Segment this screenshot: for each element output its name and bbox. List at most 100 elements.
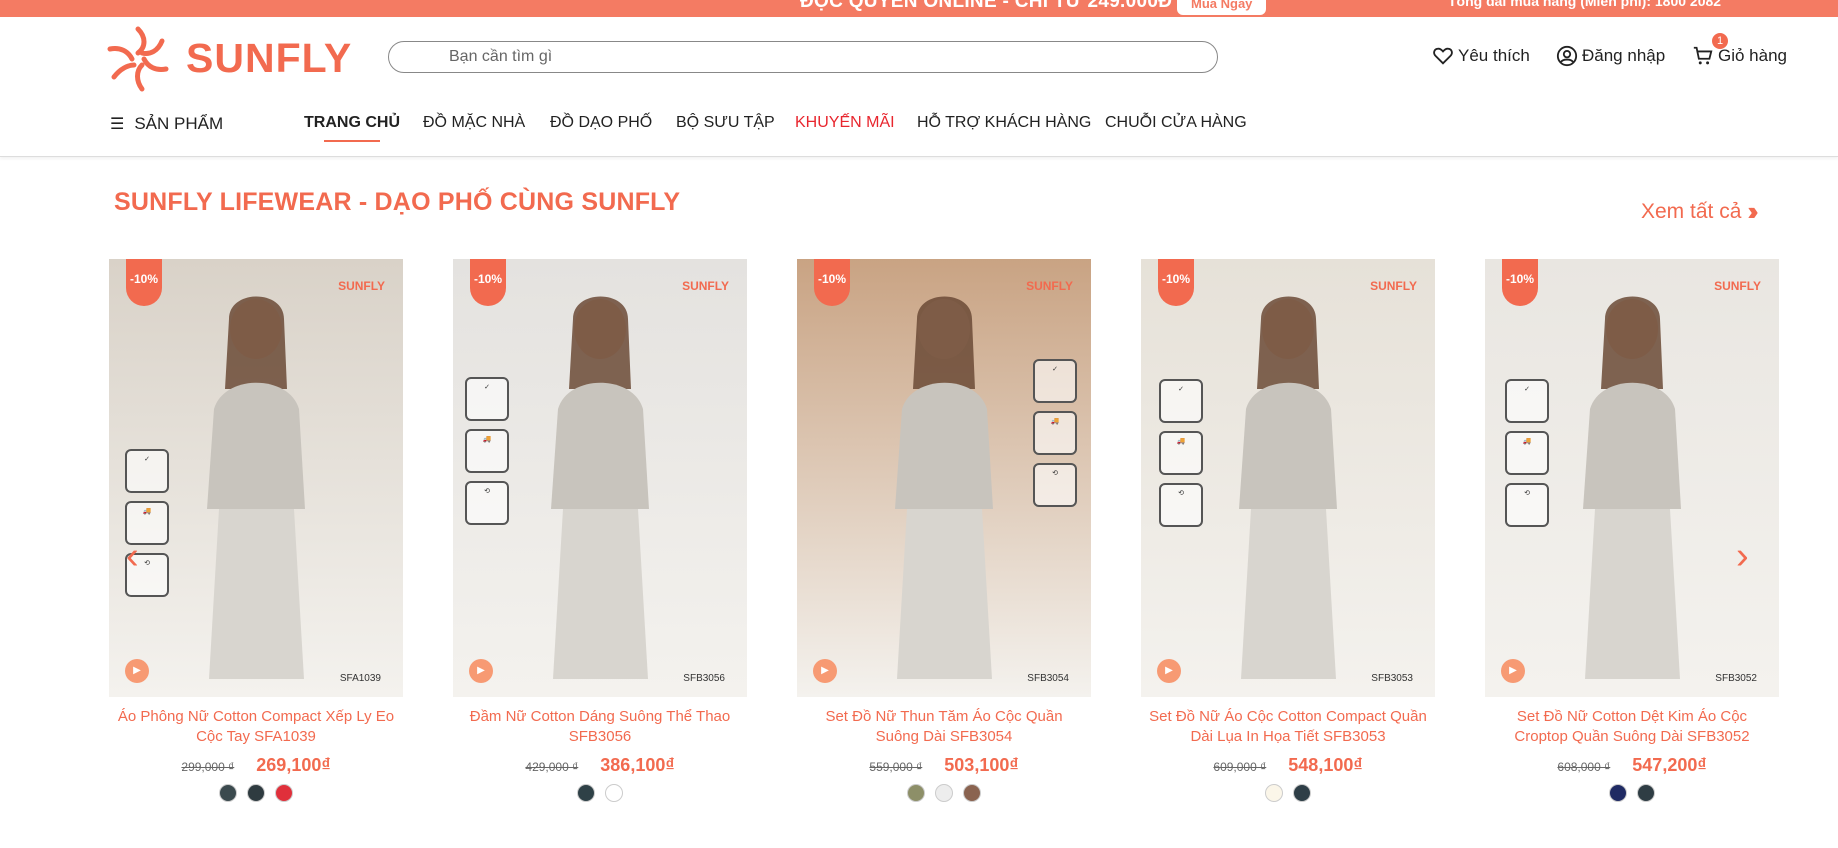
product-title[interactable]: Áo Phông Nữ Cotton Compact Xếp Ly Eo Cộc… — [109, 707, 403, 747]
exchange-badge-icon: ⟲ — [1033, 463, 1077, 507]
product-image[interactable]: -10% SUNFLY ✓ 🚚 ⟲ ▶ SFB3053 — [1141, 259, 1435, 697]
product-title[interactable]: Set Đồ Nữ Cotton Dệt Kim Áo Cộc Croptop … — [1485, 707, 1779, 747]
discount-badge: -10% — [1158, 259, 1194, 306]
product-card[interactable]: -10% SUNFLY ✓ 🚚 ⟲ ▶ SFB3054 Set Đồ Nữ Th… — [797, 259, 1091, 802]
color-swatch[interactable] — [1637, 784, 1655, 802]
search-box[interactable] — [388, 41, 1218, 73]
brand-watermark: SUNFLY — [1370, 279, 1417, 293]
sunfly-logo-icon — [107, 26, 169, 92]
search-input[interactable] — [389, 42, 1217, 72]
color-swatches — [1485, 784, 1779, 802]
sale-price: 503,100₫ — [944, 755, 1019, 775]
user-icon — [1556, 45, 1578, 67]
color-swatch[interactable] — [219, 784, 237, 802]
color-swatches — [453, 784, 747, 802]
color-swatch[interactable] — [1265, 784, 1283, 802]
product-card[interactable]: -10% SUNFLY ✓ 🚚 ⟲ ▶ SFB3053 Set Đồ Nữ Áo… — [1141, 259, 1435, 802]
product-title[interactable]: Set Đồ Nữ Thun Tăm Áo Cộc Quần Suông Dài… — [797, 707, 1091, 747]
price-row: 429,000 ₫ 386,100₫ — [453, 755, 747, 776]
original-price: 429,000 ₫ — [525, 760, 579, 774]
carousel-next-icon[interactable]: › — [1736, 535, 1749, 578]
genuine-badge-icon: ✓ — [1159, 379, 1203, 423]
product-image[interactable]: -10% SUNFLY ✓ 🚚 ⟲ ▶ SFA1039 — [109, 259, 403, 697]
color-swatches — [109, 784, 403, 802]
original-price: 559,000 ₫ — [869, 760, 923, 774]
color-swatch[interactable] — [247, 784, 265, 802]
wishlist-link[interactable]: Yêu thích — [1432, 45, 1530, 67]
genuine-badge-icon: ✓ — [1033, 359, 1077, 403]
color-swatch[interactable] — [275, 784, 293, 802]
double-chevron-right-icon: ›› — [1747, 196, 1759, 226]
discount-badge: -10% — [470, 259, 506, 306]
product-sku: SFB3054 — [1027, 673, 1069, 684]
product-card[interactable]: -10% SUNFLY ✓ 🚚 ⟲ ▶ SFB3056 Đầm Nữ Cotto… — [453, 259, 747, 802]
product-image[interactable]: -10% SUNFLY ✓ 🚚 ⟲ ▶ SFB3056 — [453, 259, 747, 697]
service-badges: ✓ 🚚 ⟲ — [1159, 379, 1205, 527]
sale-price: 386,100₫ — [600, 755, 675, 775]
color-swatch[interactable] — [963, 784, 981, 802]
cart-label: Giỏ hàng — [1718, 46, 1787, 65]
fast-delivery-badge-icon: 🚚 — [1159, 431, 1203, 475]
price-row: 299,000 ₫ 269,100₫ — [109, 755, 403, 776]
product-image[interactable]: -10% SUNFLY ✓ 🚚 ⟲ ▶ SFB3052 — [1485, 259, 1779, 697]
discount-badge: -10% — [1502, 259, 1538, 306]
product-image[interactable]: -10% SUNFLY ✓ 🚚 ⟲ ▶ SFB3054 — [797, 259, 1091, 697]
see-all-label: Xem tất cả — [1641, 199, 1742, 223]
product-card[interactable]: -10% SUNFLY ✓ 🚚 ⟲ ▶ SFB3052 Set Đồ Nữ Co… — [1485, 259, 1779, 802]
nav-item-homewear[interactable]: ĐỒ MẶC NHÀ — [423, 114, 525, 132]
exchange-badge-icon: ⟲ — [1159, 483, 1203, 527]
nav-item-collections[interactable]: BỘ SƯU TẬP — [676, 114, 775, 132]
play-video-icon[interactable]: ▶ — [1157, 659, 1181, 683]
products-menu-label: SẢN PHẨM — [134, 114, 224, 133]
nav-item-home[interactable]: TRANG CHỦ — [304, 114, 400, 142]
play-video-icon[interactable]: ▶ — [1501, 659, 1525, 683]
section-title: SUNFLY LIFEWEAR - DẠO PHỐ CÙNG SUNFLY — [114, 188, 681, 216]
product-title[interactable]: Set Đồ Nữ Áo Cộc Cotton Compact Quần Dài… — [1141, 707, 1435, 747]
discount-badge: -10% — [814, 259, 850, 306]
cart-count-badge: 1 — [1712, 33, 1728, 49]
promo-buy-button[interactable]: Mua Ngay — [1177, 0, 1267, 15]
product-sku: SFB3052 — [1715, 673, 1757, 684]
play-video-icon[interactable]: ▶ — [469, 659, 493, 683]
login-label: Đăng nhập — [1582, 46, 1666, 65]
heart-icon — [1433, 47, 1453, 65]
color-swatches — [1141, 784, 1435, 802]
product-title[interactable]: Đầm Nữ Cotton Dáng Suông Thể Thao SFB305… — [453, 707, 747, 747]
original-price: 608,000 ₫ — [1557, 760, 1611, 774]
cart-link[interactable]: 1 Giỏ hàng — [1692, 33, 1787, 67]
nav-item-support[interactable]: HỖ TRỢ KHÁCH HÀNG — [917, 114, 1091, 132]
price-row: 559,000 ₫ 503,100₫ — [797, 755, 1091, 776]
promo-text: ĐỘC QUYỀN ONLINE - CHỈ TỪ 249.000Đ — [800, 0, 1173, 12]
brand-watermark: SUNFLY — [1026, 279, 1073, 293]
play-video-icon[interactable]: ▶ — [813, 659, 837, 683]
product-sku: SFB3053 — [1371, 673, 1413, 684]
logo[interactable]: SUNFLY — [102, 23, 352, 93]
product-card[interactable]: -10% SUNFLY ✓ 🚚 ⟲ ▶ SFA1039 Áo Phông Nữ … — [109, 259, 403, 802]
play-video-icon[interactable]: ▶ — [125, 659, 149, 683]
products-menu[interactable]: ☰ SẢN PHẨM — [110, 114, 223, 134]
color-swatches — [797, 784, 1091, 802]
color-swatch[interactable] — [605, 784, 623, 802]
genuine-badge-icon: ✓ — [125, 449, 169, 493]
nav-item-streetwear[interactable]: ĐỒ DẠO PHỐ — [550, 114, 652, 132]
menu-icon: ☰ — [110, 116, 125, 133]
service-badges: ✓ 🚚 ⟲ — [1033, 359, 1079, 507]
login-link[interactable]: Đăng nhập — [1556, 45, 1665, 67]
nav-item-stores[interactable]: CHUỖI CỬA HÀNG — [1105, 114, 1247, 132]
top-promo-bar: ĐỘC QUYỀN ONLINE - CHỈ TỪ 249.000Đ Mua N… — [0, 0, 1838, 17]
color-swatch[interactable] — [1293, 784, 1311, 802]
fast-delivery-badge-icon: 🚚 — [465, 429, 509, 473]
wishlist-label: Yêu thích — [1458, 46, 1530, 65]
cart-icon — [1693, 46, 1713, 65]
color-swatch[interactable] — [935, 784, 953, 802]
service-badges: ✓ 🚚 ⟲ — [465, 377, 511, 525]
color-swatch[interactable] — [907, 784, 925, 802]
color-swatch[interactable] — [577, 784, 595, 802]
brand-watermark: SUNFLY — [682, 279, 729, 293]
see-all-link[interactable]: Xem tất cả ›› — [1641, 196, 1759, 227]
nav-item-promotions[interactable]: KHUYẾN MÃI — [795, 114, 895, 132]
brand-name: SUNFLY — [186, 34, 353, 81]
carousel-prev-icon[interactable]: ‹ — [126, 535, 139, 578]
color-swatch[interactable] — [1609, 784, 1627, 802]
sale-price: 547,200₫ — [1632, 755, 1707, 775]
